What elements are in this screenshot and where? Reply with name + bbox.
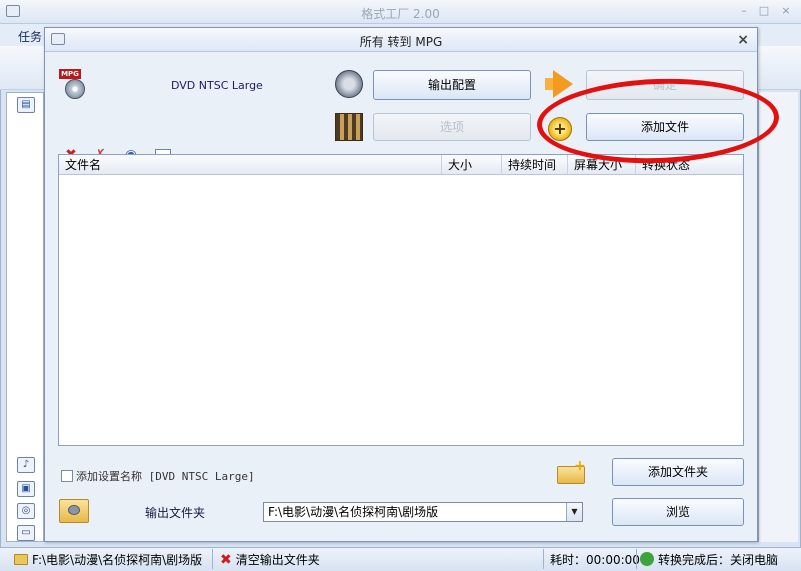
side-audio-icon[interactable]: ♪	[17, 457, 35, 473]
clear-output-folder[interactable]: ✖ 清空输出文件夹	[220, 551, 320, 569]
dialog-titlebar: 所有 转到 MPG ×	[45, 28, 757, 52]
add-setting-name-label: 添加设置名称 [DVD NTSC Large]	[76, 470, 255, 483]
table-header: 文件名 大小 持续时间 屏幕大小 转换状态	[59, 155, 743, 175]
side-rom-icon[interactable]: ◎	[17, 503, 35, 519]
dialog-close-button[interactable]: ×	[737, 32, 749, 48]
output-config-button[interactable]: 输出配置	[373, 70, 531, 100]
preset-name: DVD NTSC Large	[171, 79, 263, 92]
chevron-down-icon[interactable]: ▼	[566, 503, 582, 521]
column-size[interactable]: 大小	[442, 155, 502, 175]
status-elapsed: 耗时：00:00:00	[550, 553, 640, 567]
app-title: 格式工厂 2.00	[361, 7, 440, 21]
add-file-button[interactable]: 添加文件	[586, 113, 744, 141]
after-convert-action[interactable]: 转换完成后：关闭电脑	[640, 551, 778, 569]
arrow-right-icon	[545, 70, 573, 98]
dialog-title: 所有 转到 MPG	[359, 35, 443, 49]
webcam-icon	[335, 70, 363, 98]
add-file-icon: +	[548, 117, 572, 141]
minimize-button[interactable]: –	[737, 4, 751, 18]
output-folder-label: 输出文件夹	[145, 506, 206, 520]
file-list-table[interactable]: 文件名 大小 持续时间 屏幕大小 转换状态	[58, 154, 744, 446]
menu-task[interactable]: 任务	[18, 28, 42, 45]
film-scissors-icon	[335, 113, 363, 141]
column-duration[interactable]: 持续时间	[502, 155, 568, 175]
ok-button[interactable]: 确定	[586, 70, 744, 100]
main-titlebar: 格式工厂 2.00 – □ ×	[0, 0, 801, 24]
add-folder-icon: +	[557, 458, 586, 484]
add-folder-button[interactable]: 添加文件夹	[612, 458, 744, 486]
column-screen-size[interactable]: 屏幕大小	[568, 155, 636, 175]
close-button[interactable]: ×	[779, 4, 793, 18]
side-image-icon[interactable]: ▣	[17, 481, 35, 497]
output-folder-icon	[59, 499, 89, 523]
folder-icon	[14, 554, 28, 565]
column-convert-status[interactable]: 转换状态	[636, 155, 743, 175]
clear-icon: ✖	[220, 552, 232, 568]
side-video-icon[interactable]: ▤	[17, 97, 35, 113]
right-panel	[758, 92, 798, 542]
left-panel: ▤ ♪ ▣ ◎ ▭	[6, 92, 44, 542]
maximize-button[interactable]: □	[757, 4, 771, 18]
side-tools-icon[interactable]: ▭	[17, 525, 35, 541]
status-path[interactable]: F:\电影\动漫\名侦探柯南\剧场版	[14, 551, 202, 569]
browse-button[interactable]: 浏览	[612, 498, 744, 526]
options-button[interactable]: 选项	[373, 113, 531, 141]
column-filename[interactable]: 文件名	[59, 155, 442, 175]
output-folder-select[interactable]: F:\电影\动漫\名侦探柯南\剧场版 ▼	[263, 502, 583, 522]
convert-dialog: 所有 转到 MPG × MPG DVD NTSC Large 输出配置 确定 ✖…	[44, 27, 781, 542]
add-setting-name-checkbox[interactable]	[61, 470, 73, 482]
mpg-format-icon: MPG	[59, 69, 87, 101]
shutdown-icon	[640, 552, 654, 566]
